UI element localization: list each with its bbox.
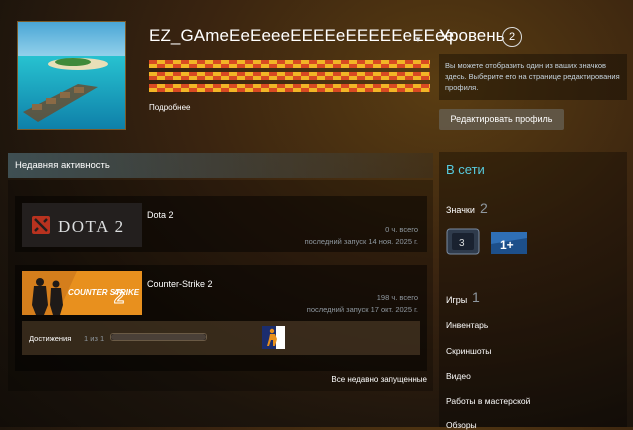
achievements-label[interactable]: Достижения [29,334,71,343]
achievement-icon[interactable] [262,326,285,349]
level-badge: 2 [502,27,522,47]
game-last-played-cs2: последний запуск 17 окт. 2025 г. [306,305,418,314]
level-label: Уровень [439,26,505,45]
achievements-row [22,321,420,355]
game-playtime-cs2: 198 ч. всего [376,293,418,302]
recent-activity-title: Недавняя активность [15,160,110,171]
cs2-capsule-image[interactable]: COUNTER STRIKE 2 [22,271,142,315]
profile-avatar [17,21,126,130]
name-history-dropdown-icon[interactable]: ▼ [414,35,422,44]
games-link[interactable]: Игры [446,295,467,305]
badges-count: 2 [480,200,488,216]
profile-flair-banner [149,60,430,95]
svg-text:2: 2 [114,287,124,307]
profile-sidebar [439,152,627,427]
badge-years-of-service-icon[interactable]: 3 [446,228,480,255]
game-name-dota2[interactable]: Dota 2 [147,210,174,220]
more-info-link[interactable]: Подробнее [149,103,191,112]
cs2-capsule-text: COUNTER STRIKE [68,288,140,297]
screenshots-link[interactable]: Скриншоты [446,346,491,356]
edit-profile-button[interactable]: Редактировать профиль [439,109,564,130]
all-recent-games-link[interactable]: Все недавно запущенные [300,375,427,384]
game-playtime-dota2: 0 ч. всего [385,225,418,234]
game-last-played-dota2: последний запуск 14 ноя. 2025 г. [304,237,418,246]
achievements-progress-fill [111,334,206,340]
workshop-link[interactable]: Работы в мастерской [446,396,530,406]
badge-years-value: 3 [459,238,465,249]
videos-link[interactable]: Видео [446,371,471,381]
favorite-badge-hint: Вы можете отобразить один из ваших значк… [439,54,627,100]
games-count: 1 [472,289,480,305]
reviews-link[interactable]: Обзоры [446,420,477,430]
badges-link[interactable]: Значки [446,205,475,215]
inventory-link[interactable]: Инвентарь [446,320,488,330]
profile-username: EZ_GAmeEeEeeeEEEEeEEEEEeEEee [149,26,455,45]
online-status: В сети [446,162,485,177]
badge-community-value: 1+ [500,238,514,252]
achievements-progress-bar [110,333,207,341]
badge-community-icon[interactable]: 1+ [491,230,527,256]
dota2-capsule-text: DOTA 2 [58,217,125,236]
dota2-capsule-image[interactable]: DOTA 2 [22,203,142,247]
achievements-count: 1 из 1 [84,334,105,343]
game-name-cs2[interactable]: Counter-Strike 2 [147,279,213,289]
